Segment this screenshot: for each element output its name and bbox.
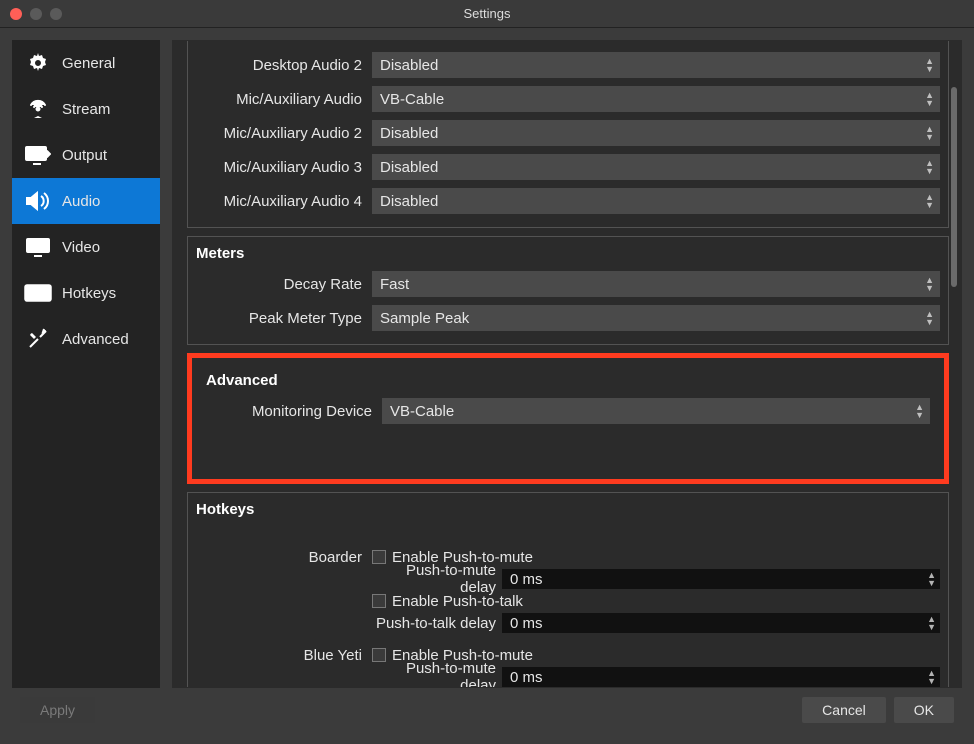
apply-button[interactable]: Apply	[20, 697, 95, 723]
mic-aux-audio-2-select[interactable]: Disabled ▲▼	[372, 120, 940, 146]
gear-icon	[24, 52, 52, 74]
enable-push-to-talk-checkbox[interactable]	[372, 594, 386, 608]
decay-rate-select[interactable]: Fast ▲▼	[372, 271, 940, 297]
select-stepper-icon: ▲▼	[925, 188, 934, 214]
group-header: Hotkeys	[188, 493, 948, 524]
hotkey-source-label: Boarder	[196, 549, 372, 566]
group-header: Advanced	[198, 364, 938, 395]
spin-stepper-icon: ▲▼	[927, 569, 936, 589]
sidebar-item-video[interactable]: Video	[12, 224, 160, 270]
dialog-footer: Apply Cancel OK	[0, 688, 974, 732]
spin-stepper-icon: ▲▼	[927, 613, 936, 633]
sidebar-item-advanced[interactable]: Advanced	[12, 316, 160, 362]
checkbox-label: Enable Push-to-talk	[392, 593, 523, 610]
select-value: Sample Peak	[380, 310, 469, 327]
select-stepper-icon: ▲▼	[925, 86, 934, 112]
field-label: Desktop Audio 2	[196, 57, 372, 74]
monitor-arrow-icon	[24, 144, 52, 166]
peak-meter-type-select[interactable]: Sample Peak ▲▼	[372, 305, 940, 331]
ok-button[interactable]: OK	[894, 697, 954, 723]
field-label: Push-to-talk delay	[372, 615, 502, 632]
field-label: Peak Meter Type	[196, 310, 372, 327]
sidebar-item-label: Hotkeys	[62, 285, 116, 302]
select-stepper-icon: ▲▼	[925, 271, 934, 297]
advanced-highlight: Advanced Monitoring Device VB-Cable ▲▼	[187, 353, 949, 484]
sidebar-item-label: Advanced	[62, 331, 129, 348]
keyboard-icon	[24, 282, 52, 304]
field-label: Mic/Auxiliary Audio	[196, 91, 372, 108]
field-label: Mic/Auxiliary Audio 2	[196, 125, 372, 142]
tools-icon	[24, 328, 52, 350]
select-value: Disabled	[380, 57, 438, 74]
spin-value: 0 ms	[510, 615, 543, 632]
select-value: Disabled	[380, 193, 438, 210]
speaker-icon	[24, 190, 52, 212]
field-label: Push-to-mute delay	[372, 562, 502, 596]
select-stepper-icon: ▲▼	[925, 120, 934, 146]
meters-group: Meters Decay Rate Fast ▲▼ Peak Meter Typ…	[187, 236, 949, 345]
titlebar: Settings	[0, 0, 974, 28]
field-label: Mic/Auxiliary Audio 4	[196, 193, 372, 210]
spin-stepper-icon: ▲▼	[927, 667, 936, 687]
spin-value: 0 ms	[510, 571, 543, 588]
devices-group: Desktop Audio 2 Disabled ▲▼ Mic/Auxiliar…	[187, 41, 949, 228]
monitor-icon	[24, 236, 52, 258]
push-to-mute-delay-input[interactable]: 0 ms ▲▼	[502, 667, 940, 687]
monitoring-device-select[interactable]: VB-Cable ▲▼	[382, 398, 930, 424]
window-title: Settings	[0, 6, 974, 21]
sidebar-item-label: Output	[62, 147, 107, 164]
select-value: Disabled	[380, 125, 438, 142]
hotkey-source-label: Blue Yeti	[196, 647, 372, 664]
mic-aux-audio-3-select[interactable]: Disabled ▲▼	[372, 154, 940, 180]
select-stepper-icon: ▲▼	[925, 52, 934, 78]
cancel-button[interactable]: Cancel	[802, 697, 886, 723]
select-stepper-icon: ▲▼	[915, 398, 924, 424]
desktop-audio-2-select[interactable]: Disabled ▲▼	[372, 52, 940, 78]
sidebar-item-hotkeys[interactable]: Hotkeys	[12, 270, 160, 316]
sidebar-item-label: Audio	[62, 193, 100, 210]
select-value: Disabled	[380, 159, 438, 176]
mic-aux-audio-select[interactable]: VB-Cable ▲▼	[372, 86, 940, 112]
settings-content: Desktop Audio 2 Disabled ▲▼ Mic/Auxiliar…	[172, 40, 962, 688]
select-stepper-icon: ▲▼	[925, 305, 934, 331]
scrollbar-thumb[interactable]	[951, 87, 957, 287]
settings-sidebar: General Stream Output A	[12, 40, 160, 688]
spin-value: 0 ms	[510, 669, 543, 686]
sidebar-item-output[interactable]: Output	[12, 132, 160, 178]
sidebar-item-general[interactable]: General	[12, 40, 160, 86]
advanced-group: Advanced Monitoring Device VB-Cable ▲▼	[192, 358, 944, 479]
sidebar-item-audio[interactable]: Audio	[12, 178, 160, 224]
sidebar-item-label: Stream	[62, 101, 110, 118]
push-to-talk-delay-input[interactable]: 0 ms ▲▼	[502, 613, 940, 633]
field-label: Mic/Auxiliary Audio 3	[196, 159, 372, 176]
push-to-mute-delay-input[interactable]: 0 ms ▲▼	[502, 569, 940, 589]
sidebar-item-label: General	[62, 55, 115, 72]
group-header: Meters	[188, 237, 948, 268]
hotkeys-group: Hotkeys Boarder Enable Push-to-mute Push…	[187, 492, 949, 687]
sidebar-item-label: Video	[62, 239, 100, 256]
field-label: Monitoring Device	[206, 403, 382, 420]
broadcast-icon	[24, 98, 52, 120]
select-value: VB-Cable	[390, 403, 454, 420]
select-stepper-icon: ▲▼	[925, 154, 934, 180]
field-label: Decay Rate	[196, 276, 372, 293]
field-label: Push-to-mute delay	[372, 660, 502, 687]
select-value: Fast	[380, 276, 409, 293]
select-value: VB-Cable	[380, 91, 444, 108]
sidebar-item-stream[interactable]: Stream	[12, 86, 160, 132]
mic-aux-audio-4-select[interactable]: Disabled ▲▼	[372, 188, 940, 214]
